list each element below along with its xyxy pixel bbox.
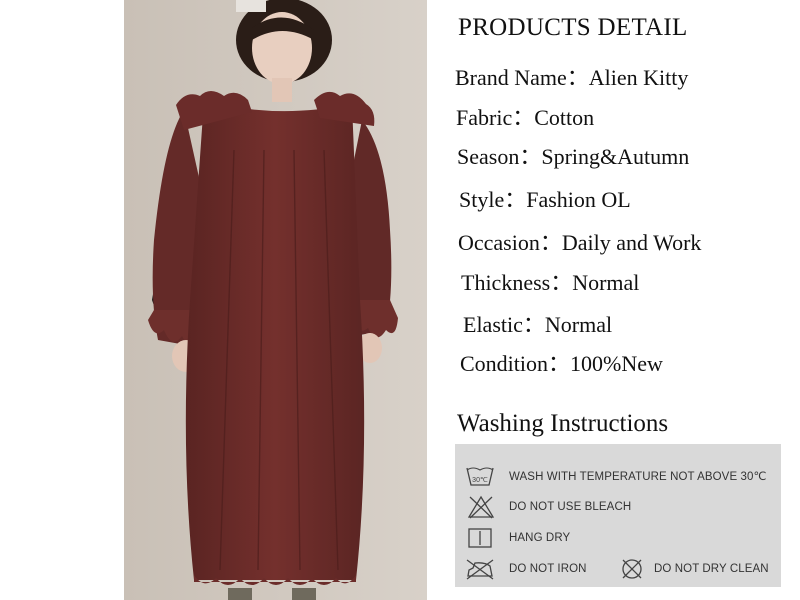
spec-elastic: Elastic：Normal — [463, 307, 612, 339]
spec-condition: Condition：100%New — [460, 346, 663, 378]
wash-temp-label: 30℃ — [472, 477, 488, 484]
wash-text: DO NOT DRY CLEAN — [654, 563, 769, 575]
washing-instructions-heading: Washing Instructions — [457, 410, 669, 437]
spec-key: Thickness： — [461, 270, 573, 295]
spec-occasion: Occasion：Daily and Work — [458, 225, 701, 257]
spec-value: Daily and Work — [561, 230, 702, 255]
no-bleach-icon — [467, 495, 495, 519]
spec-value: Fashion OL — [526, 187, 631, 212]
product-photo — [124, 0, 427, 600]
spec-key: Season： — [457, 144, 542, 169]
spec-key: Style： — [459, 187, 527, 212]
wash-item-hang-dry: HANG DRY — [467, 527, 570, 549]
wash-text: DO NOT USE BLEACH — [509, 501, 632, 513]
hang-dry-icon — [468, 528, 492, 548]
wash-text: WASH WITH TEMPERATURE NOT ABOVE 30℃ — [509, 471, 767, 483]
spec-season: Season：Spring&Autumn — [457, 139, 689, 171]
wash-30-icon: 30℃ — [466, 467, 494, 486]
wash-text: HANG DRY — [509, 532, 571, 544]
spec-thickness: Thickness：Normal — [461, 265, 639, 297]
spec-key: Brand Name： — [455, 65, 589, 90]
spec-brand-name: Brand Name：Alien Kitty — [455, 60, 688, 92]
spec-style: Style：Fashion OL — [459, 182, 631, 214]
spec-key: Elastic： — [463, 312, 545, 337]
wash-item-temperature: 30℃ WASH WITH TEMPERATURE NOT ABOVE 30℃ — [465, 464, 767, 488]
spec-value: Alien Kitty — [588, 65, 689, 90]
no-dry-clean-icon — [622, 559, 642, 579]
spec-fabric: Fabric：Cotton — [456, 100, 594, 132]
spec-value: Spring&Autumn — [541, 144, 690, 169]
wash-item-no-bleach: DO NOT USE BLEACH — [467, 495, 631, 519]
spec-key: Condition： — [460, 351, 571, 376]
spec-value: Normal — [572, 270, 640, 295]
model-in-dress-illustration — [124, 0, 427, 600]
spec-value: Cotton — [534, 105, 595, 130]
no-iron-icon — [466, 559, 494, 580]
spec-value: 100%New — [570, 351, 663, 376]
spec-value: Normal — [544, 312, 613, 337]
washing-instructions-panel: 30℃ WASH WITH TEMPERATURE NOT ABOVE 30℃ … — [455, 444, 781, 587]
wash-text: DO NOT IRON — [509, 563, 587, 575]
spec-key: Fabric： — [456, 105, 535, 130]
products-detail-title: PRODUCTS DETAIL — [458, 14, 688, 41]
wash-item-no-iron: DO NOT IRON — [465, 558, 587, 580]
spec-key: Occasion： — [458, 230, 562, 255]
wash-item-no-dry-clean: DO NOT DRY CLEAN — [620, 558, 769, 580]
